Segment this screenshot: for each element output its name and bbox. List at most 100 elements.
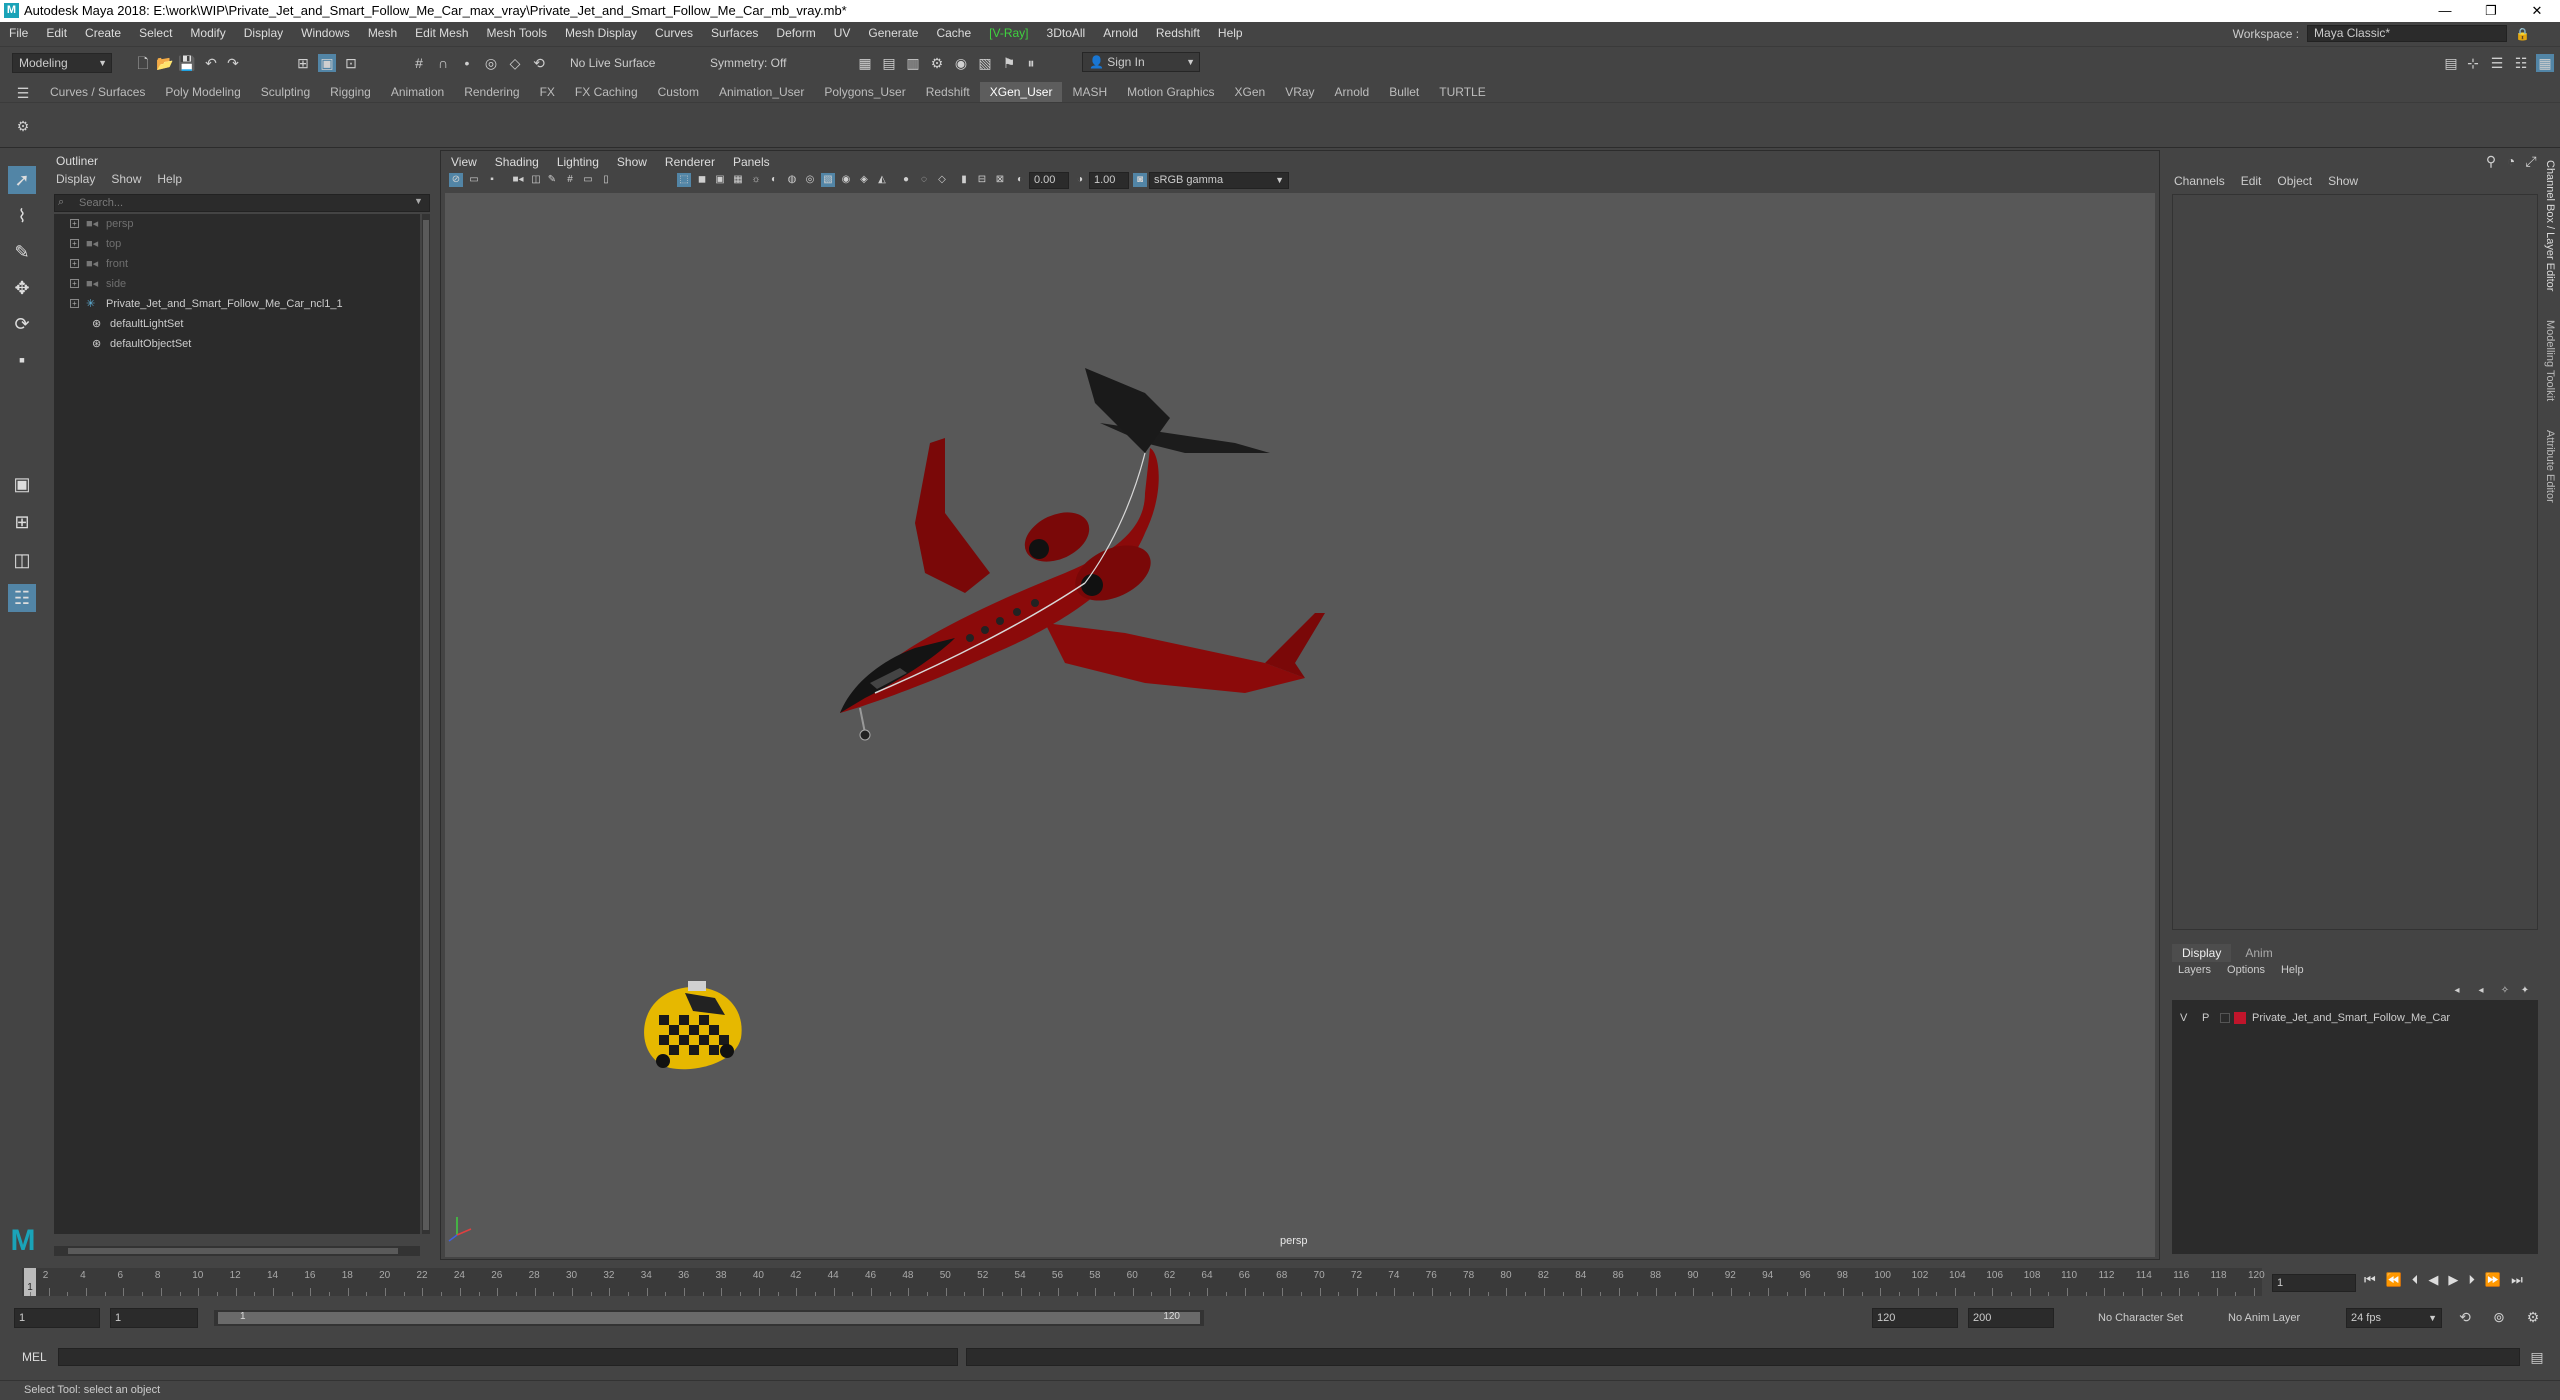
- rotate-tool-icon[interactable]: ⟳: [8, 310, 36, 338]
- private-jet-model[interactable]: [840, 368, 1325, 741]
- animation-start-field[interactable]: 1: [14, 1308, 100, 1328]
- snap-surface-icon[interactable]: ◇: [506, 54, 524, 72]
- four-view-layout-icon[interactable]: ⊞: [8, 508, 36, 536]
- shelf-tab-redshift[interactable]: Redshift: [916, 82, 980, 102]
- exposure-field[interactable]: 0.00: [1029, 172, 1069, 189]
- attributes-icon[interactable]: ◔: [2502, 152, 2520, 170]
- menu-file[interactable]: File: [0, 26, 37, 40]
- new-empty-layer-icon[interactable]: ✧: [2496, 982, 2514, 1000]
- shelf-tab-fx-caching[interactable]: FX Caching: [565, 82, 648, 102]
- shelf-tab-sculpting[interactable]: Sculpting: [251, 82, 320, 102]
- layer-tab-anim[interactable]: Anim: [2235, 944, 2282, 962]
- playback-end-field[interactable]: 120: [1872, 1308, 1958, 1328]
- use-all-lights-icon[interactable]: ☼: [749, 173, 763, 187]
- render-sequence-icon[interactable]: ▤: [880, 54, 898, 72]
- menu-deform[interactable]: Deform: [767, 26, 824, 40]
- move-layer-down-icon[interactable]: ◂: [2472, 982, 2490, 1000]
- select-tool-icon[interactable]: ➚: [8, 166, 36, 194]
- shelf-tab-motion-graphics[interactable]: Motion Graphics: [1117, 82, 1224, 102]
- outliner-menu-help[interactable]: Help: [157, 172, 182, 186]
- outliner-search-input[interactable]: Search...: [54, 194, 430, 212]
- snap-grid-icon[interactable]: #: [410, 54, 428, 72]
- scrollbar-thumb[interactable]: [68, 1248, 398, 1254]
- expand-icon[interactable]: +: [70, 259, 79, 268]
- camera-attributes-icon[interactable]: ▭: [467, 173, 481, 187]
- layer-row[interactable]: V P Private_Jet_and_Smart_Follow_Me_Car: [2172, 1008, 2538, 1028]
- menu-edit-mesh[interactable]: Edit Mesh: [406, 26, 477, 40]
- scale-tool-icon[interactable]: ▪: [8, 346, 36, 374]
- outliner-item-top[interactable]: + ■◂ top: [54, 234, 420, 254]
- step-forward-key-icon[interactable]: ⏩: [2485, 1272, 2501, 1288]
- two-pane-layout-icon[interactable]: ◫: [8, 546, 36, 574]
- menu-redshift[interactable]: Redshift: [1147, 26, 1209, 40]
- channel-box-menu-channels[interactable]: Channels: [2174, 174, 2225, 188]
- lock-icon[interactable]: 🔒: [2515, 27, 2530, 41]
- expand-icon[interactable]: +: [70, 299, 79, 308]
- shelf-tab-rigging[interactable]: Rigging: [320, 82, 381, 102]
- expand-icon[interactable]: +: [70, 279, 79, 288]
- menu-mesh-display[interactable]: Mesh Display: [556, 26, 646, 40]
- undo-icon[interactable]: ↶: [202, 54, 220, 72]
- move-tool-icon[interactable]: ✥: [8, 274, 36, 302]
- menuset-dropdown[interactable]: Modeling ▼: [12, 53, 112, 73]
- render-settings-icon[interactable]: ⚙: [928, 54, 946, 72]
- time-slider-track[interactable]: 1 2 4 6 8 10 12 14 16 18 20 22 24 26 28 30 32 34 36 38 40 42…: [22, 1268, 2265, 1296]
- new-layer-from-selected-icon[interactable]: ✦: [2516, 982, 2534, 1000]
- shelf-tab-animation[interactable]: Animation: [381, 82, 454, 102]
- outliner-item-default-light-set[interactable]: ⊛ defaultLightSet: [54, 314, 420, 334]
- color-management-icon[interactable]: ◙: [1133, 173, 1147, 187]
- scrollbar-thumb[interactable]: [423, 220, 429, 1230]
- open-scene-icon[interactable]: 📂: [156, 54, 174, 72]
- layer-visibility-toggle[interactable]: V: [2180, 1008, 2187, 1028]
- save-scene-icon[interactable]: 💾: [178, 54, 196, 72]
- shelf-tab-animation-user[interactable]: Animation_User: [709, 82, 814, 102]
- select-camera-icon[interactable]: ⊘: [449, 173, 463, 187]
- textured-icon[interactable]: ▦: [731, 173, 745, 187]
- outliner-vertical-scrollbar[interactable]: [422, 214, 430, 1234]
- step-forward-frame-icon[interactable]: ⏵: [2468, 1272, 2475, 1288]
- hud-icon[interactable]: ▮: [957, 173, 971, 187]
- live-surface-label[interactable]: No Live Surface: [570, 56, 655, 70]
- gamma-icon[interactable]: ◑: [1073, 173, 1087, 187]
- shelf-tab-poly-modeling[interactable]: Poly Modeling: [155, 82, 250, 102]
- film-gate-icon[interactable]: ▭: [581, 173, 595, 187]
- safe-action-icon[interactable]: ⊠: [993, 173, 1007, 187]
- menu-generate[interactable]: Generate: [859, 26, 927, 40]
- grid-icon[interactable]: #: [563, 173, 577, 187]
- range-slider-bar[interactable]: 1 120: [214, 1310, 1204, 1326]
- current-frame-field[interactable]: 1: [2272, 1274, 2356, 1292]
- minimize-button[interactable]: —: [2422, 0, 2468, 22]
- menu-windows[interactable]: Windows: [292, 26, 359, 40]
- wireframe-on-shaded-icon[interactable]: ▣: [713, 173, 727, 187]
- layer-type-toggle[interactable]: [2220, 1013, 2230, 1023]
- render-view-icon[interactable]: ▧: [976, 54, 994, 72]
- render-frame-icon[interactable]: ▦: [856, 54, 874, 72]
- anim-layer-dropdown[interactable]: No Anim Layer: [2228, 1312, 2300, 1324]
- select-component-icon[interactable]: ⊡: [342, 54, 360, 72]
- snap-live-icon[interactable]: ⟲: [530, 54, 548, 72]
- exposure-icon[interactable]: ◐: [1013, 173, 1027, 187]
- snap-curve-icon[interactable]: ∩: [434, 54, 452, 72]
- viewport-canvas[interactable]: persp: [445, 193, 2155, 1257]
- menu-mesh-tools[interactable]: Mesh Tools: [478, 26, 556, 40]
- snap-view-icon[interactable]: ◎: [482, 54, 500, 72]
- expand-icon[interactable]: +: [70, 219, 79, 228]
- bookmark-icon[interactable]: ▪: [485, 173, 499, 187]
- animation-end-field[interactable]: 200: [1968, 1308, 2054, 1328]
- resolution-gate-icon[interactable]: ▯: [599, 173, 613, 187]
- layer-tab-display[interactable]: Display: [2172, 944, 2232, 962]
- motion-blur-icon[interactable]: ◎: [803, 173, 817, 187]
- menu-create[interactable]: Create: [76, 26, 130, 40]
- menu-display[interactable]: Display: [235, 26, 292, 40]
- character-set-dropdown[interactable]: No Character Set: [2098, 1312, 2183, 1324]
- loop-icon[interactable]: ⟲: [2456, 1308, 2474, 1326]
- shelf-tab-curves-surfaces[interactable]: Curves / Surfaces: [40, 82, 155, 102]
- tool-settings-icon[interactable]: ☷: [2512, 54, 2530, 72]
- modeling-toolkit-icon[interactable]: ⊹: [2464, 54, 2482, 72]
- search-options-icon[interactable]: ▼: [414, 196, 423, 206]
- step-back-key-icon[interactable]: ⏪: [2386, 1272, 2402, 1288]
- viewport-menu-lighting[interactable]: Lighting: [557, 155, 599, 169]
- script-editor-icon[interactable]: ▤: [2528, 1348, 2546, 1366]
- channel-box-icon[interactable]: ⚲: [2482, 152, 2500, 170]
- shelf-tab-rendering[interactable]: Rendering: [454, 82, 529, 102]
